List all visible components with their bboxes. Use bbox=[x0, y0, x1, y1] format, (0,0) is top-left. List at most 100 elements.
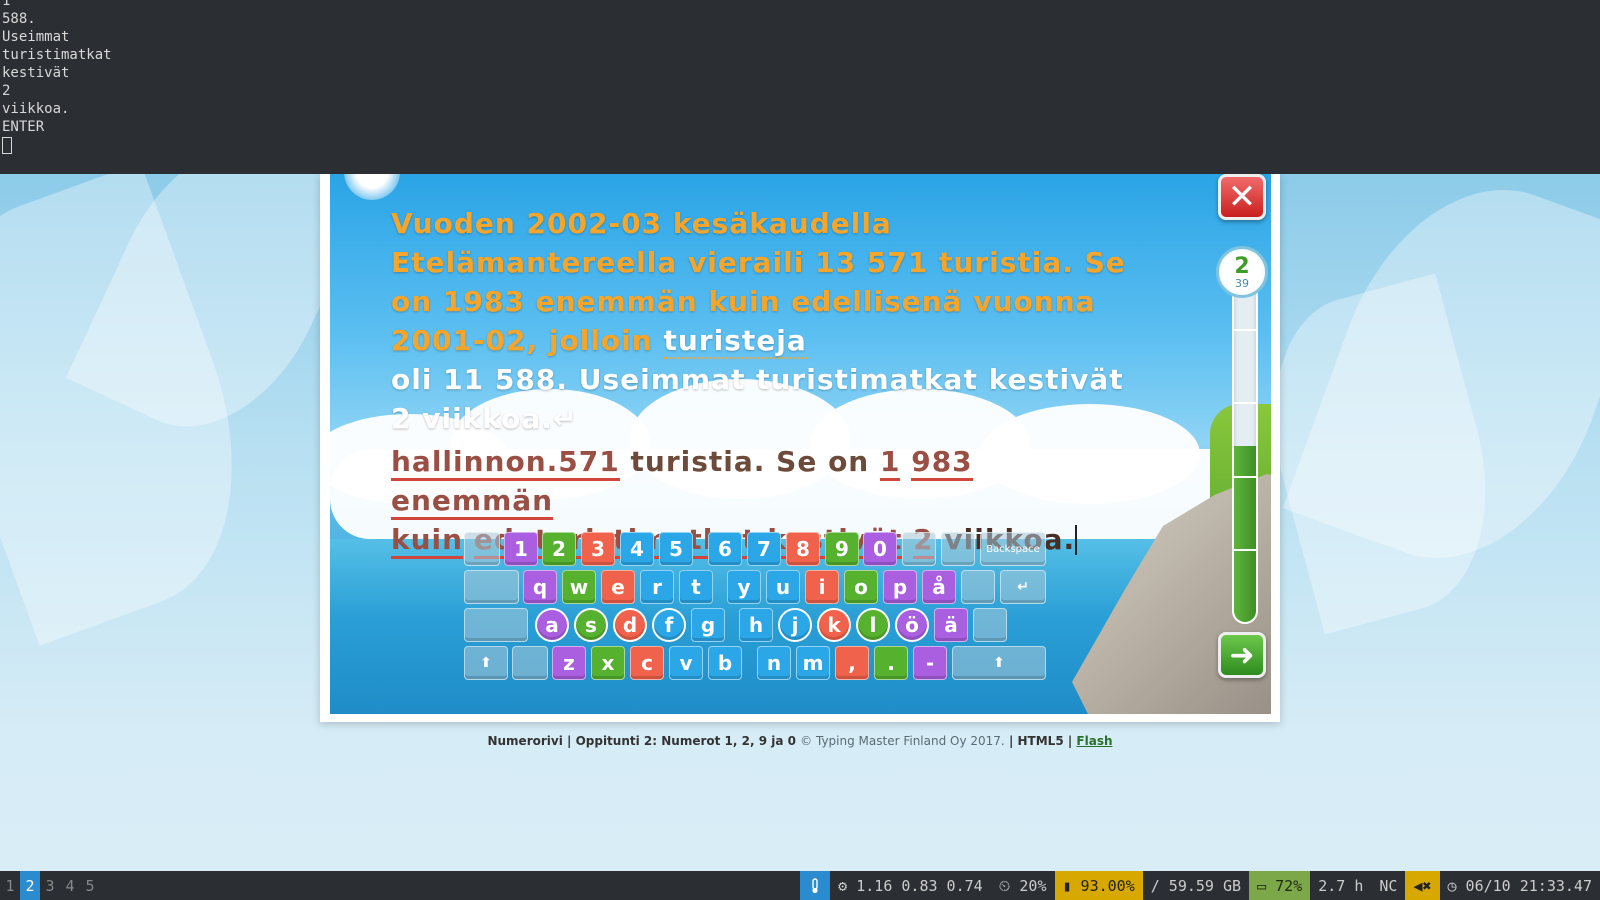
key-r: r bbox=[640, 570, 674, 604]
workspace-3[interactable]: 3 bbox=[40, 871, 60, 900]
key--: - bbox=[913, 646, 947, 680]
terminal-line: 588. bbox=[2, 11, 36, 27]
typed-word: Se bbox=[776, 445, 818, 478]
key-6: 6 bbox=[708, 532, 742, 566]
key-s: s bbox=[574, 608, 608, 642]
key-n: n bbox=[757, 646, 791, 680]
typed-space bbox=[620, 445, 631, 478]
progress-tick bbox=[1234, 329, 1256, 332]
terminal-window[interactable]: 1 588. Useimmat turistimatkat kestivät 2… bbox=[0, 0, 1600, 174]
terminal-line: ENTER bbox=[2, 119, 45, 135]
key-blank bbox=[973, 608, 1007, 642]
key-u: u bbox=[766, 570, 800, 604]
key-shift: ⬆ bbox=[464, 646, 508, 680]
load-average: ⚙ 1.16 0.83 0.74 bbox=[838, 876, 983, 895]
key-i: i bbox=[805, 570, 839, 604]
key-h: h bbox=[739, 608, 773, 642]
workspace-1[interactable]: 1 bbox=[0, 871, 20, 900]
typed-word: turistia. bbox=[630, 445, 766, 478]
key-0: 0 bbox=[863, 532, 897, 566]
terminal-line: 2 bbox=[2, 83, 11, 99]
nc-indicator: NC bbox=[1379, 876, 1398, 895]
key-blank bbox=[941, 532, 975, 566]
workspace-5[interactable]: 5 bbox=[80, 871, 100, 900]
flash-link[interactable]: Flash bbox=[1076, 734, 1112, 748]
exercise-counter-total: 39 bbox=[1235, 276, 1249, 290]
typed-word: hallinnon.571 bbox=[391, 445, 620, 481]
key-å: å bbox=[922, 570, 956, 604]
key-5: 5 bbox=[659, 532, 693, 566]
battery-level: ▭ 72% bbox=[1249, 871, 1311, 900]
target-text-rest: oli 11 588. Useimmat turistimatkat kesti… bbox=[391, 363, 1124, 435]
key-blank bbox=[464, 570, 519, 604]
key-9: 9 bbox=[825, 532, 859, 566]
typed-word: kuin bbox=[391, 523, 464, 559]
key-2: 2 bbox=[542, 532, 576, 566]
thermometer-icon bbox=[800, 871, 831, 900]
key-m: m bbox=[796, 646, 830, 680]
typed-space bbox=[869, 445, 880, 478]
key-blank bbox=[464, 532, 500, 566]
key-4: 4 bbox=[620, 532, 654, 566]
key-ö: ö bbox=[895, 608, 929, 642]
key-shift: ⬆ bbox=[952, 646, 1046, 680]
key-blank bbox=[902, 532, 936, 566]
arrow-right-icon: ➜ bbox=[1229, 637, 1255, 673]
on-screen-keyboard: 1 2 3 4 5 6 7 8 9 0 Backspace q w e r t y u i o p å ↵ a s d f g h j k l… bbox=[464, 532, 1048, 692]
workspace-4[interactable]: 4 bbox=[60, 871, 80, 900]
key-f: f bbox=[652, 608, 686, 642]
key-p: p bbox=[883, 570, 917, 604]
memory-usage: ▮ 93.00% bbox=[1054, 871, 1143, 900]
typed-word: 1 bbox=[879, 445, 901, 481]
key-x: x bbox=[591, 646, 625, 680]
status-bar: 1 2 3 4 5 ⚙ 1.16 0.83 0.74 ⏲ 20% ▮ 93.00… bbox=[0, 871, 1600, 900]
key-o: o bbox=[844, 570, 878, 604]
progress-tick bbox=[1234, 475, 1256, 478]
disk-free: / 59.59 GB bbox=[1150, 876, 1242, 895]
lesson-title: Numerorivi | Oppitunti 2: Numerot 1, 2, … bbox=[487, 734, 796, 748]
terminal-line: viikkoa. bbox=[2, 101, 70, 117]
key-c: c bbox=[630, 646, 664, 680]
progress-bar-fill bbox=[1234, 446, 1256, 622]
typed-space bbox=[973, 445, 984, 478]
copyright-text: © Typing Master Finland Oy 2017. bbox=[800, 734, 1005, 748]
key-1: 1 bbox=[504, 532, 538, 566]
key-w: w bbox=[562, 570, 596, 604]
status-right: ⚙ 1.16 0.83 0.74 ⏲ 20% ▮ 93.00% / 59.59 … bbox=[800, 871, 1600, 900]
key-z: z bbox=[552, 646, 586, 680]
progress-bar bbox=[1232, 254, 1258, 624]
next-button[interactable]: ➜ bbox=[1218, 632, 1266, 678]
key-l: l bbox=[856, 608, 890, 642]
workspace-2[interactable]: 2 bbox=[20, 871, 40, 900]
terminal-line: Useimmat bbox=[2, 29, 70, 45]
key-,: , bbox=[835, 646, 869, 680]
key-3: 3 bbox=[581, 532, 615, 566]
key-b: b bbox=[708, 646, 742, 680]
typed-word: 983 bbox=[911, 445, 973, 481]
key-y: y bbox=[727, 570, 761, 604]
text-caret bbox=[1075, 525, 1078, 555]
key-.: . bbox=[874, 646, 908, 680]
exercise-counter: 2 39 bbox=[1216, 246, 1268, 298]
typed-space bbox=[765, 445, 776, 478]
terminal-line: kestivät bbox=[2, 65, 70, 81]
thermometer-svg bbox=[812, 877, 818, 893]
cpu-usage: ⏲ 20% bbox=[998, 876, 1047, 895]
footer-info: Numerorivi | Oppitunti 2: Numerot 1, 2, … bbox=[0, 734, 1600, 748]
key-backspace: Backspace bbox=[980, 532, 1046, 566]
key-q: q bbox=[523, 570, 557, 604]
progress-tick bbox=[1234, 548, 1256, 551]
key-v: v bbox=[669, 646, 703, 680]
sun-decoration bbox=[344, 174, 400, 200]
typed-space bbox=[900, 445, 911, 478]
key-blank bbox=[464, 608, 528, 642]
progress-tick bbox=[1234, 402, 1256, 405]
typed-word: enemmän bbox=[391, 484, 554, 520]
game-stage: Vuoden 2002-03 kesäkaudella Etelämantere… bbox=[330, 174, 1271, 714]
close-button[interactable]: ✕ bbox=[1218, 174, 1266, 220]
key-a: a bbox=[535, 608, 569, 642]
key-t: t bbox=[679, 570, 713, 604]
key-ä: ä bbox=[934, 608, 968, 642]
target-text-current-word: turisteja bbox=[663, 324, 807, 359]
volume-muted-icon[interactable]: ◀✖ bbox=[1405, 871, 1440, 900]
